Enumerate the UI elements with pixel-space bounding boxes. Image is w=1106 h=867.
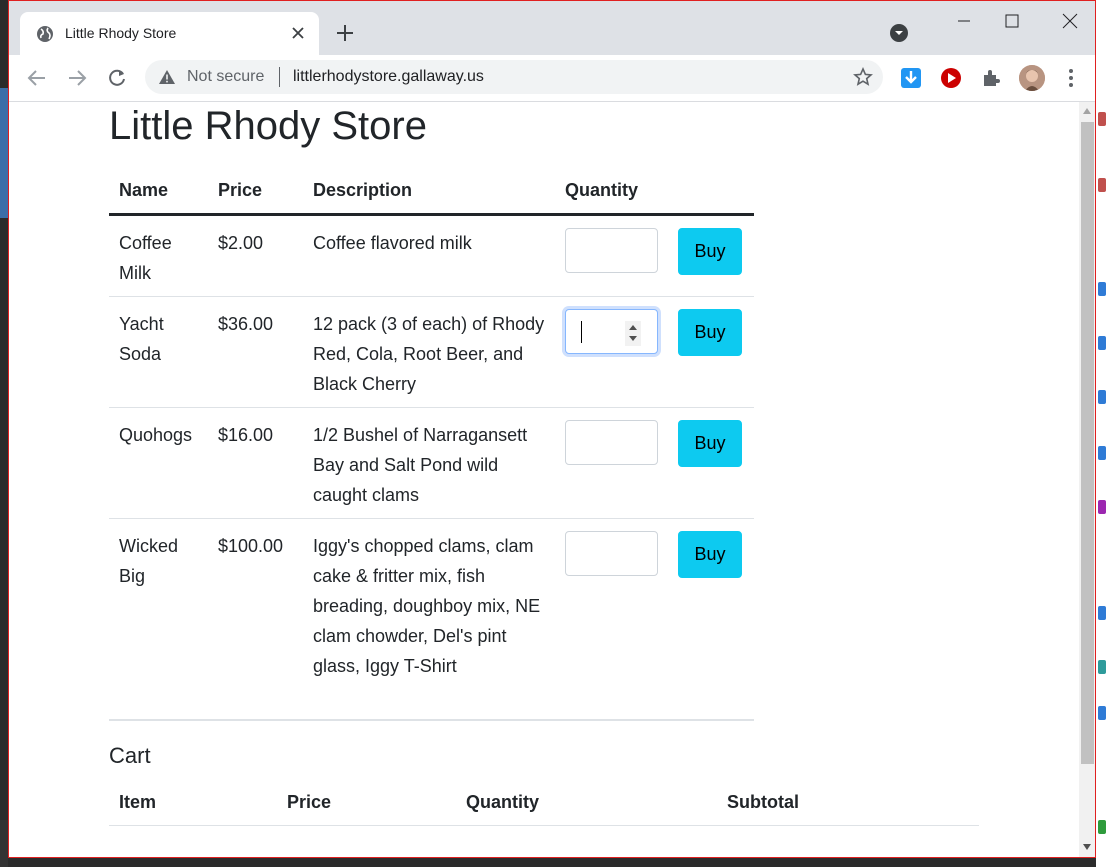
warning-icon[interactable] [158, 69, 176, 85]
product-description: 1/2 Bushel of Narragansett Bay and Salt … [303, 407, 555, 519]
column-header-price: Price [208, 172, 303, 216]
divider [279, 67, 280, 87]
table-row: Coffee Milk $2.00 Coffee flavored milk B… [109, 214, 754, 297]
close-icon[interactable] [287, 22, 309, 44]
download-icon[interactable] [899, 66, 923, 90]
product-price: $36.00 [208, 296, 303, 408]
cart-header-row: Item Price Quantity Subtotal [109, 788, 979, 826]
globe-icon [37, 26, 53, 42]
quantity-cell: Buy [555, 518, 754, 721]
table-row: Quohogs $16.00 1/2 Bushel of Narraganset… [109, 407, 754, 519]
quantity-input[interactable] [565, 420, 658, 465]
scroll-down-icon[interactable] [1083, 844, 1091, 850]
browser-tab[interactable]: Little Rhody Store [20, 12, 319, 55]
browser-window: Little Rhody Store Not secure littlerhod… [8, 0, 1096, 858]
cart-table: Item Price Quantity Subtotal [109, 788, 979, 826]
product-price: $100.00 [208, 518, 303, 721]
table-row: Wicked Big $100.00 Iggy's chopped clams,… [109, 518, 754, 721]
play-icon[interactable] [939, 66, 963, 90]
tab-search-icon[interactable] [889, 23, 909, 43]
product-name: Quohogs [109, 407, 208, 519]
cart-title: Cart [109, 743, 151, 768]
column-header-description: Description [303, 172, 555, 216]
product-description: Coffee flavored milk [303, 214, 555, 297]
column-header-name: Name [109, 172, 208, 216]
star-icon[interactable] [853, 67, 873, 87]
reload-icon[interactable] [105, 66, 129, 90]
stepper-down-icon[interactable] [629, 336, 637, 341]
kebab-menu-icon[interactable] [1063, 67, 1079, 89]
url-text[interactable]: littlerhodystore.gallaway.us [293, 68, 484, 86]
background-window [1096, 0, 1106, 867]
page-title: Little Rhody Store [109, 104, 427, 148]
buy-button[interactable]: Buy [678, 531, 742, 578]
tab-strip: Little Rhody Store [9, 1, 1095, 55]
products-table: Name Price Description Quantity Coffee M… [109, 172, 754, 721]
security-label: Not secure [187, 68, 265, 85]
buy-button[interactable]: Buy [678, 309, 742, 356]
page-viewport: Little Rhody Store Name Price Descriptio… [9, 102, 1079, 857]
background-window-edge [0, 88, 8, 218]
product-name: Wicked Big [109, 518, 208, 721]
text-caret [581, 321, 582, 343]
quantity-cell: Buy [555, 296, 754, 408]
table-row: Yacht Soda $36.00 12 pack (3 of each) of… [109, 296, 754, 408]
scrollbar-thumb[interactable] [1081, 122, 1094, 764]
quantity-input[interactable] [565, 228, 658, 273]
quantity-input[interactable] [565, 531, 658, 576]
avatar[interactable] [1019, 65, 1045, 91]
product-price: $16.00 [208, 407, 303, 519]
quantity-cell: Buy [555, 214, 754, 297]
page-scrollbar[interactable] [1079, 102, 1095, 857]
stepper-up-icon[interactable] [629, 325, 637, 330]
tab-title: Little Rhody Store [65, 25, 177, 41]
buy-button[interactable]: Buy [678, 228, 742, 275]
puzzle-icon[interactable] [979, 66, 1003, 90]
product-description: 12 pack (3 of each) of Rhody Red, Cola, … [303, 296, 555, 408]
product-name: Yacht Soda [109, 296, 208, 408]
quantity-input[interactable] [565, 309, 658, 354]
taskbar-edge [0, 820, 8, 867]
cart-column-item: Item [109, 788, 277, 826]
column-header-quantity: Quantity [555, 172, 754, 216]
maximize-icon[interactable] [989, 9, 1035, 33]
buy-button[interactable]: Buy [678, 420, 742, 467]
cart-column-subtotal: Subtotal [717, 788, 979, 826]
product-description: Iggy's chopped clams, clam cake & fritte… [303, 518, 555, 721]
cart-column-price: Price [277, 788, 456, 826]
product-price: $2.00 [208, 214, 303, 297]
browser-toolbar: Not secure littlerhodystore.gallaway.us [9, 55, 1095, 102]
quantity-cell: Buy [555, 407, 754, 519]
minimize-icon[interactable] [941, 9, 987, 33]
address-bar[interactable]: Not secure littlerhodystore.gallaway.us [145, 60, 883, 94]
plus-icon[interactable] [333, 21, 357, 45]
cart-column-quantity: Quantity [456, 788, 717, 826]
products-header-row: Name Price Description Quantity [109, 172, 754, 216]
window-close-icon[interactable] [1047, 9, 1093, 33]
product-name: Coffee Milk [109, 214, 208, 297]
avatar-image [1019, 65, 1045, 91]
back-icon[interactable] [25, 66, 49, 90]
quantity-stepper[interactable] [625, 321, 641, 346]
scroll-up-icon[interactable] [1083, 108, 1091, 114]
forward-icon[interactable] [65, 66, 89, 90]
